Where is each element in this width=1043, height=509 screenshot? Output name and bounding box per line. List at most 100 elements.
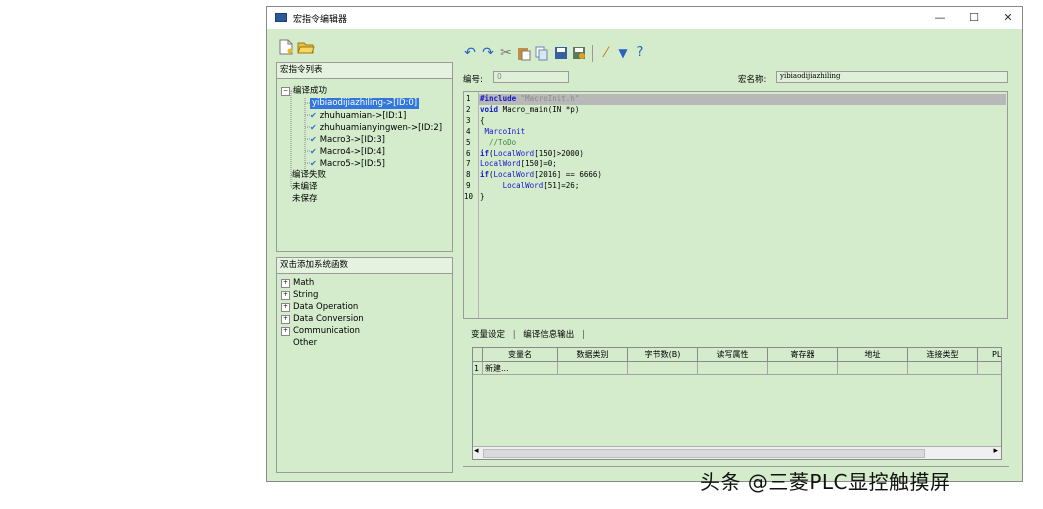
tree-group-failed[interactable]: 编译失败 xyxy=(292,170,326,181)
macro-item-5[interactable]: ✔ Macro5->[ID:5] xyxy=(310,158,385,170)
macro-item-4[interactable]: ✔ Macro4->[ID:4] xyxy=(310,146,385,158)
column-header[interactable]: 连接类型 xyxy=(908,348,978,362)
code-line-7: LocalWord[150]=0; xyxy=(480,159,557,169)
function-group-data-operation[interactable]: + Data Operation xyxy=(281,302,358,313)
code-line-3: { xyxy=(480,115,485,125)
code-line-10: } xyxy=(480,192,485,202)
help-icon[interactable]: ? xyxy=(631,43,649,63)
code-editor[interactable]: 1 2 3 4 5 6 7 8 9 10 #include "MacroInit… xyxy=(463,91,1008,319)
table-cell[interactable] xyxy=(768,362,838,375)
line-number: 2 xyxy=(466,104,471,114)
line-number: 1 xyxy=(466,94,471,103)
new-file-icon[interactable] xyxy=(279,39,293,55)
tree-group-success[interactable]: − 编译成功 xyxy=(281,86,327,97)
open-folder-icon[interactable] xyxy=(297,39,315,55)
expand-icon[interactable]: + xyxy=(281,327,290,336)
cut-icon[interactable]: ✂ xyxy=(497,43,515,63)
number-label: 编号: xyxy=(463,75,483,85)
tree-group-unsaved[interactable]: 未保存 xyxy=(292,194,318,205)
row-number: 1 xyxy=(473,362,483,375)
macro-name-value: yibiaodijiazhiling xyxy=(780,72,841,80)
number-field[interactable]: 0 xyxy=(493,71,569,83)
scroll-right-arrow[interactable]: ▸ xyxy=(993,446,998,456)
macro-item-3[interactable]: ✔ Macro3->[ID:3] xyxy=(310,134,385,146)
row-header-corner xyxy=(473,348,483,362)
maximize-button[interactable]: ☐ xyxy=(959,9,989,27)
minimize-button[interactable]: — xyxy=(925,9,955,27)
line-number: 10 xyxy=(464,192,474,202)
check-icon: ✔ xyxy=(310,111,317,120)
macro-list-header: 宏指令列表 xyxy=(277,63,452,79)
compile-wand-icon[interactable]: ⁄ xyxy=(597,43,615,63)
tab-separator: | xyxy=(582,330,585,340)
system-functions-header: 双击添加系统函数 xyxy=(277,258,452,274)
column-header[interactable]: 变量名 xyxy=(483,348,558,362)
function-group-data-conversion[interactable]: + Data Conversion xyxy=(281,314,364,325)
save-icon[interactable] xyxy=(554,46,572,66)
dropdown-arrow-icon[interactable]: ▼ xyxy=(614,43,632,63)
line-number: 9 xyxy=(466,181,471,191)
scroll-thumb[interactable] xyxy=(483,449,925,458)
check-icon: ✔ xyxy=(310,147,317,156)
check-icon: ✔ xyxy=(310,123,317,132)
code-line-6: if(LocalWord[150]>2000) xyxy=(480,148,584,158)
line-number: 5 xyxy=(466,137,471,147)
line-number: 4 xyxy=(466,126,471,136)
close-button[interactable]: ✕ xyxy=(993,9,1023,27)
code-line-1: #include "MacroInit.h" xyxy=(480,94,580,103)
app-icon xyxy=(275,13,287,22)
expand-icon[interactable]: + xyxy=(281,315,290,324)
table-cell[interactable] xyxy=(838,362,908,375)
tab-separator: | xyxy=(512,330,516,340)
function-group-communication[interactable]: + Communication xyxy=(281,326,360,337)
function-group-math[interactable]: + Math xyxy=(281,278,314,289)
column-header[interactable]: PL xyxy=(978,348,1001,362)
line-number: 8 xyxy=(466,170,471,180)
number-value: 0 xyxy=(497,72,502,81)
expand-icon[interactable]: + xyxy=(281,303,290,312)
table-cell[interactable] xyxy=(698,362,768,375)
table-cell[interactable] xyxy=(908,362,978,375)
tree-group-uncompiled[interactable]: 未编译 xyxy=(292,182,318,193)
code-line-9: LocalWord[51]=26; xyxy=(502,181,580,191)
tab-compile-output[interactable]: 编译信息输出 xyxy=(523,330,574,340)
collapse-icon[interactable]: − xyxy=(281,87,290,96)
column-header[interactable]: 数据类别 xyxy=(558,348,628,362)
macro-item-1[interactable]: ✔ zhuhuamian->[ID:1] xyxy=(310,110,406,122)
macro-list-panel: 宏指令列表 − 编译成功 yibiaodijiazhiling->[ID:0] ✔… xyxy=(276,62,453,252)
macro-item-0[interactable]: yibiaodijiazhiling->[ID:0] xyxy=(310,98,420,109)
column-header[interactable]: 字节数(B) xyxy=(628,348,698,362)
expand-icon[interactable]: + xyxy=(281,279,290,288)
scroll-left-arrow[interactable]: ◂ xyxy=(474,446,479,456)
table-cell[interactable] xyxy=(978,362,1001,375)
column-header[interactable]: 寄存器 xyxy=(768,348,838,362)
watermark: 头条 @三菱PLC显控触摸屏 xyxy=(700,470,951,494)
table-cell[interactable] xyxy=(558,362,628,375)
column-header[interactable]: 读写属性 xyxy=(698,348,768,362)
code-line-5: //ToDo xyxy=(489,137,517,147)
code-line-4: MarcoInit xyxy=(484,126,526,136)
function-group-other[interactable]: Other xyxy=(293,338,317,349)
line-number: 3 xyxy=(466,115,471,125)
check-icon: ✔ xyxy=(310,159,317,168)
table-cell[interactable] xyxy=(628,362,698,375)
code-line-8: if(LocalWord[2016] == 6666) xyxy=(480,170,602,180)
function-group-string[interactable]: + String xyxy=(281,290,318,301)
tab-variable-settings[interactable]: 变量设定 xyxy=(471,330,505,340)
macro-item-2[interactable]: ✔ zhuhuamianyingwen->[ID:2] xyxy=(310,122,442,134)
macro-name-field[interactable]: yibiaodijiazhiling xyxy=(776,71,1008,83)
redo-icon[interactable]: ↷ xyxy=(479,43,497,63)
undo-icon[interactable]: ↶ xyxy=(461,43,479,63)
copy-icon[interactable] xyxy=(535,46,553,66)
new-variable-cell[interactable]: 新建... xyxy=(483,362,558,375)
column-header[interactable]: 地址 xyxy=(838,348,908,362)
paste-icon[interactable] xyxy=(517,46,535,66)
system-functions-panel: 双击添加系统函数 + Math + String + Data Operation +… xyxy=(276,257,453,473)
toolbar-separator xyxy=(592,45,593,62)
bottom-tabs: 变量设定 | 编译信息输出 | xyxy=(471,328,585,340)
horizontal-scrollbar[interactable]: ◂ ▸ xyxy=(473,446,1001,459)
expand-icon[interactable]: + xyxy=(281,291,290,300)
macro-editor-window: 宏指令编辑器 — ☐ ✕ 宏指令列表 − 编译成功 yibiaodijiazhil… xyxy=(266,6,1023,482)
save-as-icon[interactable] xyxy=(572,46,590,66)
check-icon: ✔ xyxy=(310,135,317,144)
